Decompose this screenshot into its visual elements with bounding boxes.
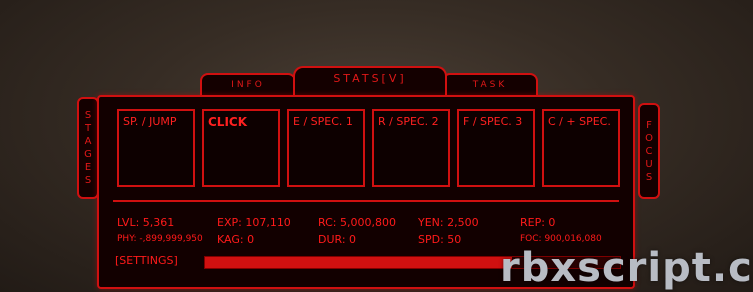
skill-slot-label: E / SPEC. 1 <box>293 115 353 128</box>
skill-slot-e[interactable]: E / SPEC. 1 <box>287 109 365 187</box>
stat-spd: SPD: 50 <box>418 233 462 246</box>
focus-letter: S <box>645 171 653 183</box>
focus-button[interactable]: F O C U S <box>638 103 660 199</box>
skill-slot-click[interactable]: CLICK <box>202 109 280 187</box>
skill-slots: SP. / JUMP CLICK E / SPEC. 1 R / SPEC. 2… <box>117 109 620 187</box>
skill-slot-label: CLICK <box>208 115 248 129</box>
stat-exp: EXP: 107,110 <box>217 216 291 229</box>
watermark: rbxscript.c <box>500 245 753 291</box>
settings-button[interactable]: [SETTINGS] <box>115 254 178 267</box>
skill-slot-label: C / + SPEC. <box>548 115 611 128</box>
divider <box>113 200 619 202</box>
skill-slot-r[interactable]: R / SPEC. 2 <box>372 109 450 187</box>
stages-letter: E <box>84 162 92 173</box>
stat-rc: RC: 5,000,800 <box>318 216 396 229</box>
skill-slot-f[interactable]: F / SPEC. 3 <box>457 109 535 187</box>
stages-letter: T <box>84 123 92 134</box>
stat-dur: DUR: 0 <box>318 233 357 246</box>
skill-slot-label: F / SPEC. 3 <box>463 115 523 128</box>
stages-letter: A <box>84 136 92 147</box>
tab-task[interactable]: TASK <box>442 73 538 95</box>
stat-kag: KAG: 0 <box>217 233 255 246</box>
tab-stats[interactable]: STATS[V] <box>293 66 447 96</box>
skill-slot-label: SP. / JUMP <box>123 115 177 128</box>
stat-yen: YEN: 2,500 <box>418 216 479 229</box>
stages-letter: G <box>84 149 92 160</box>
stat-rep: REP: 0 <box>520 216 556 229</box>
stages-letter: S <box>84 175 92 186</box>
tab-info[interactable]: INFO <box>200 73 296 95</box>
skill-slot-jump[interactable]: SP. / JUMP <box>117 109 195 187</box>
skill-slot-label: R / SPEC. 2 <box>378 115 439 128</box>
progress-bar-fill <box>205 257 513 268</box>
skill-slot-c[interactable]: C / + SPEC. <box>542 109 620 187</box>
focus-letter: U <box>645 158 653 170</box>
focus-letter: O <box>645 132 653 144</box>
stat-foc: FOC: 900,016,080 <box>520 234 602 244</box>
stages-letter: S <box>84 110 92 121</box>
stat-lvl: LVL: 5,361 <box>117 216 175 229</box>
focus-letter: C <box>645 145 653 157</box>
stages-button[interactable]: S T A G E S <box>77 97 99 199</box>
focus-letter: F <box>646 119 652 131</box>
stat-phy: PHY: -,899,999,950 <box>117 234 203 244</box>
